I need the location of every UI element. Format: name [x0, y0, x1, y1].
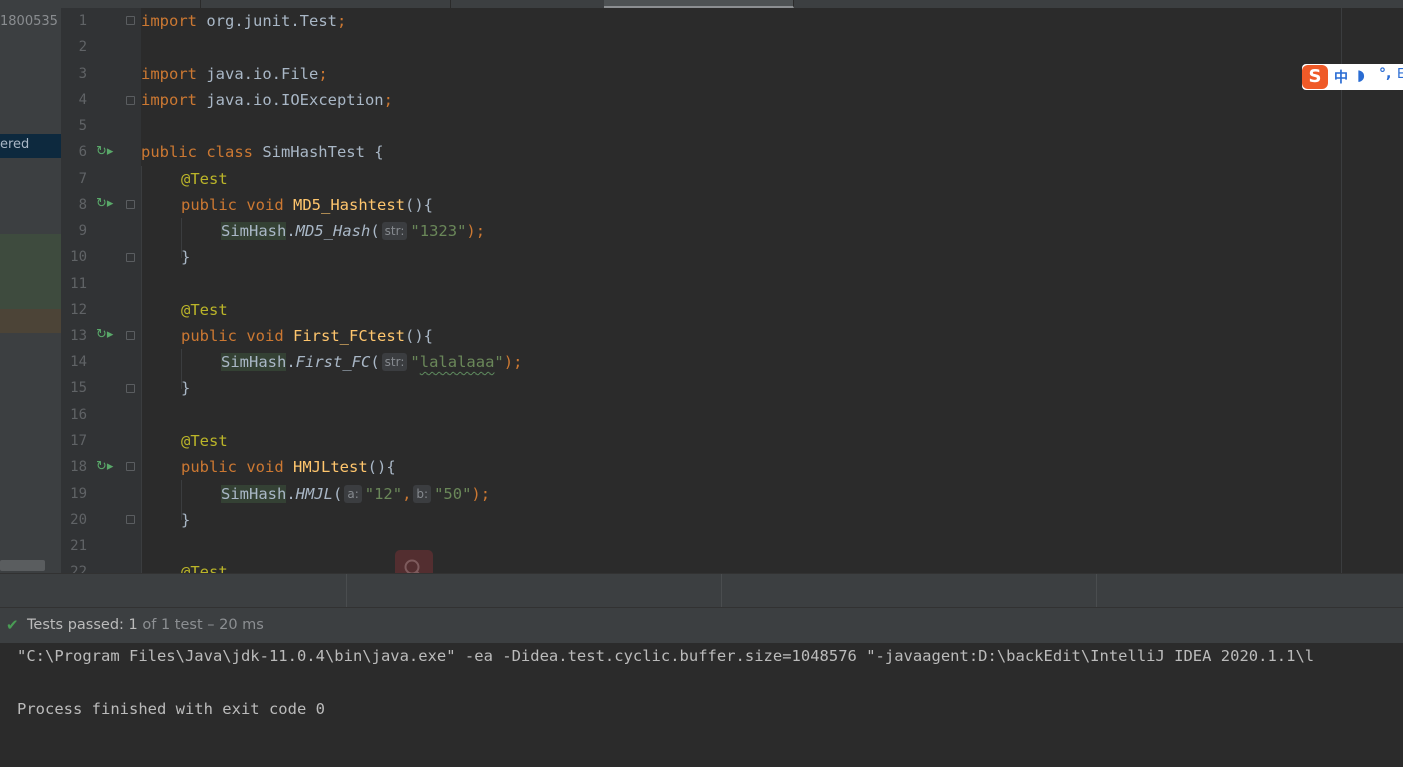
- method-name: First_FCtest: [293, 327, 405, 345]
- fold-icon[interactable]: [126, 16, 135, 25]
- test-status-bar: ✔ Tests passed: 1 of 1 test – 20 ms: [0, 607, 1403, 644]
- annotation: @Test: [181, 432, 228, 450]
- line-number: 1: [78, 13, 87, 29]
- editor-tab-strip: [0, 0, 1403, 8]
- run-test-icon[interactable]: ↻▸: [96, 327, 113, 343]
- editor-tab[interactable]: [0, 0, 201, 8]
- run-console[interactable]: "C:\Program Files\Java\jdk-11.0.4\bin\ja…: [0, 643, 1403, 767]
- project-item-selected[interactable]: ered: [0, 134, 61, 158]
- toolbar-divider: [721, 574, 722, 608]
- line-number: 10: [70, 249, 87, 265]
- line-number: 22: [70, 564, 87, 573]
- project-item-selected-label: ered: [0, 137, 30, 152]
- parameter-hint: b:: [413, 485, 432, 503]
- line-number: 12: [70, 302, 87, 318]
- parameter-hint: str:: [381, 353, 408, 371]
- line-number: 4: [78, 92, 87, 108]
- code-line: SimHash.HMJL(a: "12", b: "50");: [221, 485, 491, 503]
- line-number: 7: [78, 171, 87, 187]
- code-line: public class SimHashTest {: [141, 143, 384, 161]
- line-number: 16: [70, 407, 87, 423]
- parameter-hint: str:: [381, 222, 408, 240]
- project-highlight-modified: [0, 309, 61, 333]
- console-line: Process finished with exit code 0: [17, 700, 325, 718]
- line-number: 6: [78, 144, 87, 160]
- test-status-text: Tests passed: 1 of 1 test – 20 ms: [27, 617, 264, 633]
- run-test-icon[interactable]: ↻▸: [96, 459, 113, 475]
- line-number: 11: [70, 276, 87, 292]
- editor-tab[interactable]: [200, 0, 451, 8]
- line-number: 14: [70, 354, 87, 370]
- code-line: SimHash.MD5_Hash(str: "1323");: [221, 222, 486, 240]
- line-number: 2: [78, 39, 87, 55]
- toolbar-divider: [346, 574, 347, 608]
- line-number: 13: [70, 328, 87, 344]
- line-number: 19: [70, 486, 87, 502]
- editor-tab[interactable]: [450, 0, 605, 8]
- ime-mode-toggle[interactable]: 中: [1334, 67, 1348, 87]
- project-horizontal-scrollbar[interactable]: [0, 560, 45, 571]
- check-icon: ✔: [6, 616, 19, 634]
- project-highlight-added: [0, 234, 61, 309]
- run-test-icon[interactable]: ↻▸: [96, 196, 113, 212]
- fold-icon[interactable]: [126, 331, 135, 340]
- line-number: 15: [70, 380, 87, 396]
- line-number: 5: [78, 118, 87, 134]
- annotation: @Test: [181, 170, 228, 188]
- fold-icon[interactable]: [126, 384, 135, 393]
- line-number: 9: [78, 223, 87, 239]
- code-line: public void First_FCtest(){: [181, 327, 433, 345]
- ime-toolbar[interactable]: S 中 ◗ °, E: [1302, 64, 1403, 90]
- annotation: @Test: [181, 301, 228, 319]
- indent-guide: [141, 166, 142, 573]
- annotation: @Test: [181, 563, 228, 573]
- line-number: 17: [70, 433, 87, 449]
- right-margin-guide: [1341, 8, 1342, 573]
- code-line: SimHash.First_FC(str: "lalalaaa");: [221, 353, 523, 371]
- fold-icon[interactable]: [126, 253, 135, 262]
- fold-icon[interactable]: [126, 515, 135, 524]
- run-class-icon[interactable]: ↻▸: [96, 144, 113, 160]
- ime-punctuation-toggle[interactable]: °,: [1379, 66, 1391, 82]
- editor-tab-active[interactable]: [604, 0, 794, 8]
- code-line: }: [181, 248, 191, 266]
- code-line: }: [181, 511, 191, 529]
- project-panel: 1800535 ered: [0, 8, 61, 573]
- code-line: import java.io.File;: [141, 65, 328, 83]
- project-item-partial[interactable]: 1800535: [0, 14, 58, 29]
- parameter-hint: a:: [344, 485, 362, 503]
- line-number: 18: [70, 459, 87, 475]
- fold-icon[interactable]: [126, 96, 135, 105]
- code-line: import org.junit.Test;: [141, 12, 347, 30]
- fold-icon[interactable]: [126, 200, 135, 209]
- code-line: public void MD5_Hashtest(){: [181, 196, 433, 214]
- code-line: import java.io.IOException;: [141, 91, 393, 109]
- code-line: }: [181, 379, 191, 397]
- ime-logo-icon[interactable]: S: [1302, 65, 1328, 89]
- method-name: MD5_Hashtest: [293, 196, 405, 214]
- toolbar-divider: [1096, 574, 1097, 608]
- line-number: 21: [70, 538, 87, 554]
- console-line: "C:\Program Files\Java\jdk-11.0.4\bin\ja…: [17, 647, 1315, 665]
- line-number: 3: [78, 66, 87, 82]
- run-toolbar: [0, 573, 1403, 608]
- line-number: 20: [70, 512, 87, 528]
- line-number: 8: [78, 197, 87, 213]
- ime-moon-icon[interactable]: ◗: [1357, 66, 1365, 84]
- method-name: HMJLtest: [293, 458, 368, 476]
- ime-more-button[interactable]: E: [1397, 67, 1403, 85]
- code-line: public void HMJLtest(){: [181, 458, 396, 476]
- fold-icon[interactable]: [126, 462, 135, 471]
